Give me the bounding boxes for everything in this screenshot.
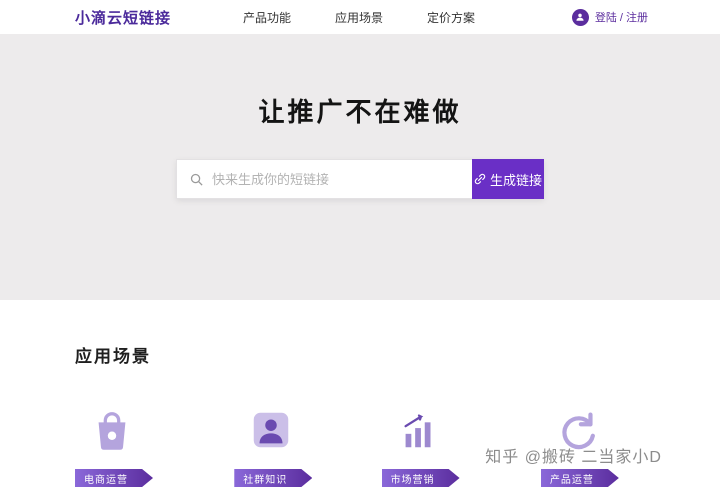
nav-item-product-features[interactable]: 产品功能	[243, 9, 291, 26]
login-register-label: 登陆 / 注册	[594, 12, 648, 24]
shopping-bag-icon	[75, 401, 183, 459]
brand-logo[interactable]: 小滴云短链接	[75, 7, 171, 28]
ribbon-community: 社群知识	[234, 469, 313, 487]
ribbon-marketing: 市场营销	[381, 469, 460, 487]
generate-link-label: 生成链接	[489, 172, 542, 188]
card-marketing: 市场营销 短信营销 广告投放 社交平台 社区论坛	[381, 401, 490, 490]
top-navbar: 小滴云短链接 产品功能 应用场景 定价方案 登陆 / 注册	[0, 0, 720, 34]
ribbon-ecommerce: 电商运营	[75, 469, 153, 487]
hero-title: 让推广不在难做	[258, 97, 462, 127]
shortlink-generator: 生成链接	[176, 159, 544, 199]
bar-chart-icon	[382, 401, 490, 459]
user-group-icon	[234, 401, 330, 459]
shortlink-input[interactable]	[212, 171, 460, 187]
hero-section: 让推广不在难做 生成链接	[0, 34, 720, 300]
search-icon	[190, 173, 203, 186]
use-cases-title: 应用场景	[75, 347, 151, 366]
main-nav: 产品功能 应用场景 定价方案	[243, 9, 475, 26]
shortlink-input-box[interactable]	[176, 159, 472, 199]
nav-item-use-cases[interactable]: 应用场景	[335, 9, 383, 26]
card-community: 社群知识 代替原始链接投放	[234, 401, 330, 490]
nav-item-pricing[interactable]: 定价方案	[427, 9, 475, 26]
ribbon-product-ops: 产品运营	[540, 469, 619, 487]
link-icon	[474, 173, 486, 185]
landing-page: 小滴云短链接 产品功能 应用场景 定价方案 登陆 / 注册 让推广不在难做 快来…	[0, 0, 720, 490]
generate-link-button[interactable]: 生成链接	[472, 159, 544, 199]
card-ecommerce: 电商运营 京东 淘宝 唯品会 新浪 亚马逊	[75, 401, 183, 490]
login-register-link[interactable]: 登陆 / 注册	[571, 8, 648, 26]
user-avatar-icon	[571, 8, 589, 26]
zhihu-watermark: 知乎 @搬砖 二当家小D	[485, 449, 662, 466]
